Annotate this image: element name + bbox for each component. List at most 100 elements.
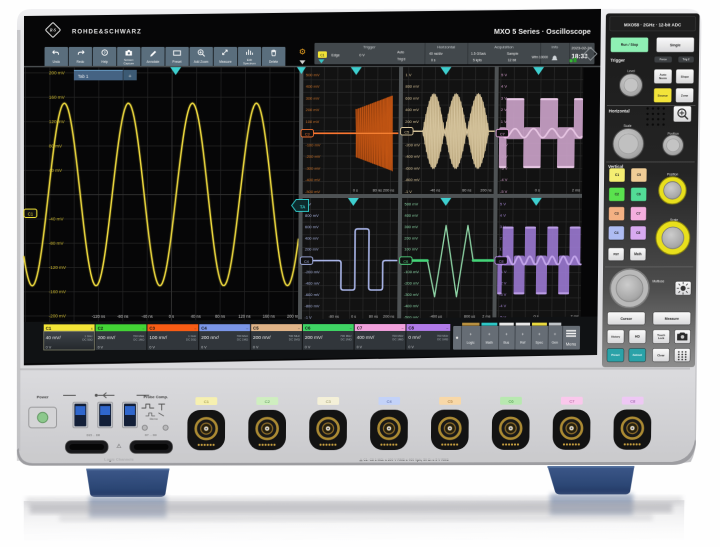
svg-text:-80 ns: -80 ns	[117, 314, 128, 319]
svg-text:600 mV: 600 mV	[405, 96, 419, 101]
svg-text:+: +	[521, 332, 524, 337]
svg-text:-200 mV: -200 mV	[404, 281, 419, 286]
svg-text:ROHDE&SCHWARZ: ROHDE&SCHWARZ	[72, 28, 142, 35]
svg-text:200 mV/: 200 mV/	[98, 335, 116, 341]
svg-text:C6: C6	[403, 259, 408, 264]
svg-text:DC 1MΩ: DC 1MΩ	[289, 338, 301, 342]
svg-text:-100 mV: -100 mV	[404, 269, 419, 274]
svg-text:Zone: Zone	[681, 93, 688, 97]
svg-text:Wfm 10000: Wfm 10000	[532, 55, 549, 59]
svg-text:+: +	[469, 332, 472, 337]
svg-text:80 ns: 80 ns	[462, 189, 471, 193]
svg-text:C5: C5	[404, 129, 409, 134]
svg-text:DC 1MΩ: DC 1MΩ	[133, 338, 145, 342]
svg-text:-120 ns: -120 ns	[92, 314, 106, 319]
svg-text:MXO58 · 2GHz · 12-bit ADC: MXO58 · 2GHz · 12-bit ADC	[624, 22, 682, 27]
svg-text:-400 mV: -400 mV	[404, 303, 419, 308]
svg-text:200 ns: 200 ns	[287, 314, 299, 319]
svg-text:Capture: Capture	[123, 61, 134, 65]
svg-text:3 V: 3 V	[501, 96, 507, 101]
svg-text:C3: C3	[326, 399, 332, 404]
svg-text:200 mV: 200 mV	[404, 235, 418, 240]
svg-text:0 V: 0 V	[357, 345, 363, 349]
svg-text:-5 V: -5 V	[500, 189, 508, 194]
svg-text:C4: C4	[304, 259, 310, 264]
svg-text:400 mV: 400 mV	[306, 84, 320, 89]
svg-text:-80 mV: -80 mV	[49, 241, 65, 246]
svg-text:-80 ns: -80 ns	[328, 315, 339, 319]
svg-text:100 mV: 100 mV	[306, 119, 320, 124]
svg-text:40 mV/: 40 mV/	[46, 335, 62, 341]
svg-text:Norm: Norm	[659, 76, 667, 80]
svg-text:–: –	[402, 327, 404, 331]
svg-text:DC 50Ω: DC 50Ω	[82, 338, 93, 342]
svg-text:C1: C1	[46, 326, 52, 331]
svg-text:5 V: 5 V	[501, 72, 507, 77]
svg-text:400 mV/: 400 mV/	[357, 335, 375, 341]
svg-text:400 mV: 400 mV	[405, 107, 419, 112]
svg-text:C6: C6	[305, 326, 311, 331]
svg-text:Power: Power	[37, 394, 49, 399]
svg-text:Run / Stop: Run / Stop	[621, 43, 638, 47]
svg-text:120 ns: 120 ns	[238, 314, 250, 319]
svg-text:800 mV: 800 mV	[405, 84, 419, 89]
svg-text:-4 V: -4 V	[500, 177, 508, 182]
svg-text:0 V: 0 V	[149, 345, 155, 349]
svg-text:Lock: Lock	[658, 336, 665, 340]
svg-text:40 ns/div: 40 ns/div	[429, 52, 443, 56]
svg-text:C6: C6	[508, 399, 514, 404]
svg-text:1 V: 1 V	[501, 119, 507, 124]
svg-text:0 V: 0 V	[46, 346, 52, 350]
svg-text:C1: C1	[615, 173, 619, 177]
svg-text:500 mV: 500 mV	[405, 201, 419, 206]
svg-text:Source: Source	[658, 93, 668, 97]
svg-text:-800 mV: -800 mV	[405, 177, 420, 182]
svg-text:0 V: 0 V	[253, 345, 259, 349]
svg-text:+: +	[538, 332, 541, 337]
svg-text:200 mV: 200 mV	[49, 70, 66, 75]
svg-text:C7: C7	[357, 326, 363, 331]
svg-text:Info: Info	[551, 45, 558, 50]
svg-text:0 s: 0 s	[169, 314, 174, 319]
svg-text:-120 mV: -120 mV	[49, 265, 67, 270]
svg-text:0 V: 0 V	[359, 53, 365, 57]
svg-text:x: x	[91, 327, 93, 331]
svg-text:Trigger: Trigger	[363, 45, 376, 50]
svg-text:Ref: Ref	[520, 341, 525, 345]
svg-text:-200 mV: -200 mV	[405, 142, 420, 147]
svg-text:C4: C4	[614, 231, 618, 235]
svg-text:Math: Math	[634, 252, 641, 256]
svg-text:⚙: ⚙	[299, 47, 306, 56]
svg-text:-300 mV: -300 mV	[305, 166, 320, 171]
svg-text:160 mV: 160 mV	[49, 95, 66, 100]
svg-text:C5: C5	[448, 399, 454, 404]
svg-text:300 mV: 300 mV	[404, 224, 418, 229]
svg-text:Tab 1: Tab 1	[78, 74, 89, 79]
svg-text:200 mV: 200 mV	[305, 247, 319, 252]
svg-text:–: –	[446, 327, 448, 331]
svg-text:400 mV: 400 mV	[305, 235, 319, 240]
svg-text:0 s: 0 s	[535, 188, 540, 192]
svg-text:TA: TA	[300, 204, 306, 209]
svg-text:+: +	[505, 332, 508, 337]
svg-text:+: +	[128, 74, 131, 80]
svg-text:Help: Help	[101, 60, 108, 64]
svg-text:Edge: Edge	[331, 53, 339, 57]
svg-text:-600 mV: -600 mV	[405, 166, 420, 171]
svg-text:Annotate: Annotate	[147, 60, 160, 64]
svg-text:-100 mV: -100 mV	[305, 142, 320, 147]
svg-text:Measure: Measure	[219, 60, 232, 64]
svg-text:-400 mV: -400 mV	[305, 177, 320, 182]
svg-text:0 s: 0 s	[431, 58, 436, 62]
svg-text:-500 mV: -500 mV	[305, 189, 320, 194]
svg-text:Cursor: Cursor	[620, 317, 632, 321]
svg-text:DC 1MΩ: DC 1MΩ	[341, 338, 353, 342]
svg-text:-400 mV: -400 mV	[305, 281, 320, 286]
svg-text:80 ns: 80 ns	[215, 314, 225, 319]
svg-text:0 V: 0 V	[408, 345, 414, 349]
svg-text:R·S: R·S	[50, 28, 57, 33]
svg-text:C8: C8	[408, 326, 414, 331]
svg-text:+: +	[554, 332, 557, 337]
svg-text:?: ?	[104, 51, 106, 55]
svg-text:C8: C8	[636, 231, 640, 235]
